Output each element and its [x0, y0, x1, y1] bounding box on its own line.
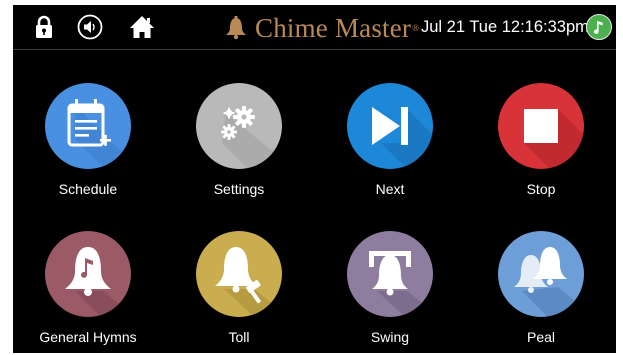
top-bar-divider — [13, 49, 616, 50]
settings-button[interactable]: Settings — [164, 83, 314, 223]
brand-logo: Chime Master ® — [223, 12, 419, 43]
volume-icon[interactable] — [77, 13, 103, 41]
home-icon[interactable] — [129, 13, 155, 41]
registered-mark: ® — [412, 23, 419, 33]
bell-hammer-icon — [196, 231, 282, 317]
stop-label: Stop — [526, 181, 556, 197]
stop-icon — [498, 83, 584, 169]
stop-button[interactable]: Stop — [466, 83, 616, 223]
double-bell-icon — [498, 231, 584, 317]
top-bar: Chime Master ® Jul 21 Tue 12:16:33pm — [13, 5, 616, 49]
toll-button[interactable]: Toll — [164, 231, 314, 353]
swing-button[interactable]: Swing — [315, 231, 465, 353]
peal-label: Peal — [526, 329, 556, 345]
peal-button[interactable]: Peal — [466, 231, 616, 353]
toll-label: Toll — [228, 329, 250, 345]
music-status-indicator[interactable] — [586, 14, 612, 40]
general-hymns-label: General Hymns — [39, 329, 137, 345]
next-label: Next — [375, 181, 405, 197]
swinging-bell-icon — [347, 231, 433, 317]
swing-label: Swing — [370, 329, 410, 345]
next-button[interactable]: Next — [315, 83, 465, 223]
screen: Chime Master ® Jul 21 Tue 12:16:33pm Sch… — [13, 5, 616, 353]
lock-icon[interactable] — [31, 13, 57, 41]
brand-name: Chime Master — [255, 12, 412, 43]
bell-music-icon — [45, 231, 131, 317]
calendar-add-icon — [45, 83, 131, 169]
skip-next-icon — [347, 83, 433, 169]
brand-bell-icon — [226, 16, 246, 40]
schedule-label: Schedule — [58, 181, 118, 197]
date-time: Jul 21 Tue 12:16:33pm — [421, 18, 589, 36]
music-note-icon — [594, 21, 603, 34]
schedule-button[interactable]: Schedule — [13, 83, 163, 223]
general-hymns-button[interactable]: General Hymns — [13, 231, 163, 353]
gears-icon — [196, 83, 282, 169]
settings-label: Settings — [213, 181, 265, 197]
